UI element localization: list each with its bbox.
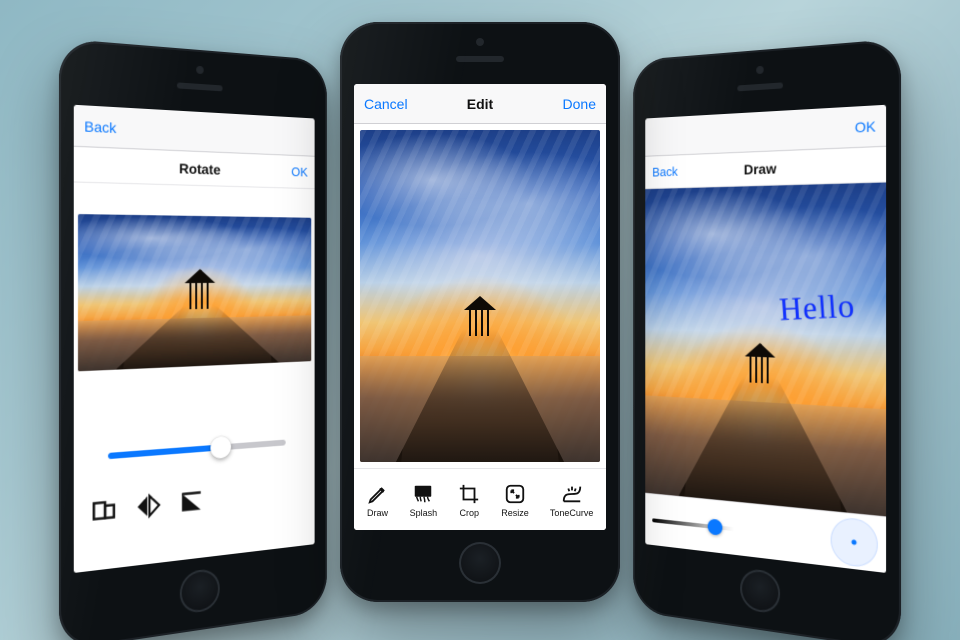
phone-draw: OK Back Draw Hello bbox=[633, 38, 901, 640]
handwriting-text: Hello bbox=[778, 286, 856, 328]
edit-content: Draw Splash Crop bbox=[354, 124, 606, 530]
screen-draw: OK Back Draw Hello bbox=[645, 105, 886, 573]
flip-horizontal-icon[interactable] bbox=[135, 492, 161, 521]
slider-knob[interactable] bbox=[708, 518, 723, 535]
tool-tonecurve[interactable]: ToneCurve bbox=[550, 483, 594, 518]
phone-edit: Cancel Edit Done Draw bbox=[340, 22, 620, 602]
navbar-rotate: Back bbox=[74, 105, 315, 157]
splash-icon bbox=[412, 483, 434, 505]
draw-content: Hello bbox=[645, 182, 886, 573]
rotate-content bbox=[74, 182, 315, 573]
tool-draw[interactable]: Draw bbox=[367, 483, 389, 518]
tool-label: Resize bbox=[501, 508, 529, 518]
tonecurve-icon bbox=[561, 483, 583, 505]
tool-crop[interactable]: Crop bbox=[458, 483, 480, 518]
tool-label: ToneCurve bbox=[550, 508, 594, 518]
nav-spacer-left bbox=[654, 135, 699, 137]
brush-size-preview[interactable] bbox=[831, 516, 878, 569]
rotate-preview-image bbox=[78, 214, 311, 371]
crop-icon bbox=[458, 483, 480, 505]
navbar-draw: OK bbox=[645, 105, 886, 157]
subheader-title: Draw bbox=[744, 160, 777, 177]
nav-spacer bbox=[261, 135, 306, 137]
rotate-angle-slider[interactable] bbox=[108, 434, 285, 466]
back-button[interactable]: Back bbox=[652, 164, 678, 179]
screen-edit: Cancel Edit Done Draw bbox=[354, 84, 606, 530]
flip-diagonal-icon[interactable] bbox=[179, 488, 204, 517]
done-button[interactable]: Done bbox=[546, 96, 596, 112]
tool-splash[interactable]: Splash bbox=[410, 483, 438, 518]
back-button[interactable]: Back bbox=[84, 117, 135, 136]
brush-toolbar bbox=[645, 493, 886, 573]
nav-title: Edit bbox=[467, 96, 493, 112]
tool-label: Draw bbox=[367, 508, 388, 518]
tool-label: Splash bbox=[410, 508, 438, 518]
navbar-edit: Cancel Edit Done bbox=[354, 84, 606, 124]
subheader-title: Rotate bbox=[179, 160, 221, 177]
tool-label: Crop bbox=[459, 508, 479, 518]
edit-toolbar: Draw Splash Crop bbox=[354, 468, 606, 530]
screen-rotate: Back Rotate OK bbox=[74, 105, 315, 573]
phone-rotate: Back Rotate OK bbox=[59, 38, 327, 640]
resize-icon bbox=[504, 483, 526, 505]
edit-image[interactable] bbox=[360, 130, 600, 462]
tool-resize[interactable]: Resize bbox=[501, 483, 529, 518]
ok-button[interactable]: OK bbox=[291, 164, 308, 179]
ok-button[interactable]: OK bbox=[825, 117, 876, 136]
cancel-button[interactable]: Cancel bbox=[364, 96, 414, 112]
brush-hue-slider[interactable] bbox=[652, 518, 733, 531]
draw-canvas[interactable]: Hello bbox=[645, 182, 886, 516]
rotate-box-icon[interactable] bbox=[90, 496, 117, 526]
pencil-icon bbox=[367, 483, 389, 505]
